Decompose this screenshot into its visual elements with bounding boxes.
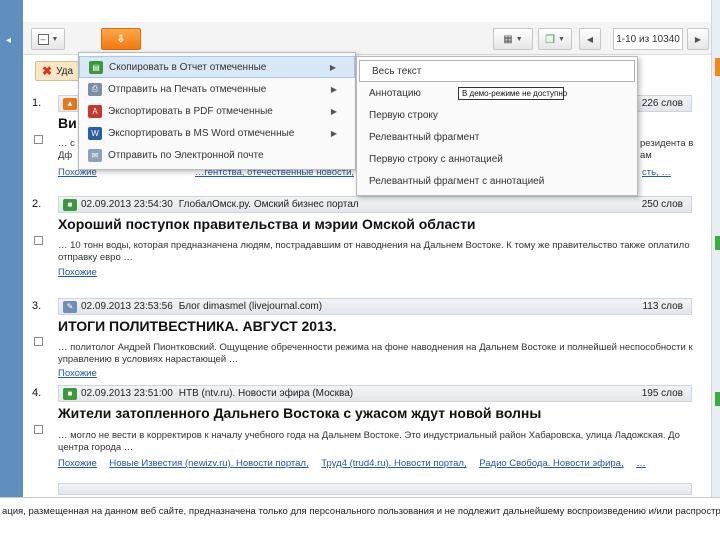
submenu-arrow-icon: ▶: [329, 62, 336, 72]
right-marker-green-2: [715, 392, 720, 406]
right-marker-green-1: [715, 236, 720, 250]
result-title[interactable]: Жители затопленного Дальнего Востока с у…: [58, 405, 541, 421]
result-source[interactable]: НТВ (ntv.ru). Новости эфира (Москва): [179, 388, 642, 399]
copyright-notice: ация, размещенная на данном веб сайте, п…: [2, 506, 720, 517]
submenu-arrow-icon: ▶: [330, 128, 337, 138]
result-date: 02.09.2013 23:53:56: [81, 301, 173, 312]
demo-tooltip: В демо-режиме не доступно: [458, 87, 567, 100]
footer: ация, размещенная на данном веб сайте, п…: [0, 497, 720, 540]
toolbar: – ▼ ⇩ ▦ ▼ ❐ ▼ ◀ 1-10 из 10340 ▶: [23, 22, 711, 55]
result-checkbox[interactable]: [34, 337, 43, 346]
delete-icon: ✖: [42, 64, 53, 78]
menu-item-export-word[interactable]: W Экспортировать в MS Word отмеченные ▶: [79, 122, 355, 144]
grid-view-icon: ▦: [503, 33, 513, 45]
result-date: 02.09.2013 23:51:00: [81, 388, 173, 399]
submenu-item-full-text[interactable]: Весь текст: [359, 60, 635, 82]
export-menu: ▤ Скопировать в Отчет отмеченные ▶ ⎙ Отп…: [78, 52, 356, 170]
report-icon: ▤: [89, 60, 103, 74]
arrow-left-icon: ◀: [586, 34, 594, 44]
collapse-arrow-icon[interactable]: ◂: [6, 35, 11, 46]
similar-link[interactable]: Похожие: [58, 368, 97, 379]
result-meta-bar: ■ 02.09.2013 23:51:00 НТВ (ntv.ru). Ново…: [58, 385, 692, 402]
result-snippet-right: ам: [640, 150, 652, 161]
similar-links[interactable]: Похожие Новые Известия (newizv.ru). Ново…: [58, 458, 694, 469]
result-number: 1.: [32, 97, 42, 109]
result-snippet: … могло не вести в корректиров к началу …: [58, 430, 680, 453]
submenu-arrow-icon: ▶: [330, 106, 337, 116]
submenu-item-fragment-annotation[interactable]: Релевантный фрагмент с аннотацией: [357, 170, 637, 192]
source-icon: ▲: [63, 97, 77, 110]
menu-item-print[interactable]: ⎙ Отправить на Печать отмеченные ▶: [79, 78, 355, 100]
view-mode-dropdown[interactable]: ▦ ▼: [493, 28, 533, 50]
copy-dropdown[interactable]: ❐ ▼: [538, 28, 572, 50]
submenu-item-first-line-annotation[interactable]: Первую строку с аннотацией: [357, 148, 637, 170]
similar-sources-right[interactable]: сть, …: [642, 167, 692, 178]
word-count: 226 слов: [641, 98, 683, 109]
word-count: 250 слов: [641, 199, 683, 210]
export-menu-button[interactable]: ⇩: [101, 28, 141, 50]
blog-pen-icon: ✎: [63, 300, 77, 313]
submenu-item-first-line[interactable]: Первую строку: [357, 104, 637, 126]
result-checkbox[interactable]: [34, 236, 43, 245]
checkbox-minus-icon: –: [37, 33, 49, 45]
mail-icon: ✉: [88, 148, 102, 162]
result-meta-bar: ■ 02.09.2013 23:54:30 ГлобалОмск.ру. Омс…: [58, 196, 692, 213]
similar-link[interactable]: Похожие: [58, 458, 97, 469]
submenu-arrow-icon: ▶: [330, 84, 337, 94]
delete-label: Уда: [56, 65, 74, 77]
similar-source-link[interactable]: Труд4 (trud4.ru). Новости портал,: [321, 458, 466, 469]
result-checkbox[interactable]: [34, 135, 43, 144]
menu-item-send-email[interactable]: ✉ Отправить по Электронной почте: [79, 144, 355, 166]
result-snippet: … политолог Андрей Пионтковский. Ощущени…: [58, 342, 693, 365]
result-date: 02.09.2013 23:54:30: [81, 199, 173, 210]
similar-link[interactable]: Похожие: [58, 267, 97, 278]
word-count: 113 слов: [642, 301, 683, 312]
select-all-dropdown[interactable]: – ▼: [31, 28, 65, 50]
similar-source-link[interactable]: Новые Известия (newizv.ru). Новости порт…: [109, 458, 308, 469]
similar-source-link[interactable]: Радио Свобода. Новости эфира,: [479, 458, 623, 469]
result-number: 3.: [32, 300, 42, 312]
result-snippet-right: резидента в: [640, 138, 694, 149]
news-site-icon: ■: [63, 198, 77, 211]
news-site-icon: ■: [63, 387, 77, 400]
pager-range: 1-10 из 10340: [613, 28, 683, 50]
copy-icon: ❐: [545, 33, 555, 46]
similar-links[interactable]: Похожие: [58, 267, 694, 278]
word-icon: W: [88, 126, 102, 140]
menu-item-copy-to-report[interactable]: ▤ Скопировать в Отчет отмеченные ▶: [79, 56, 355, 78]
prev-page-button[interactable]: ◀: [579, 28, 601, 50]
arrow-right-icon: ▶: [694, 34, 702, 44]
next-page-button[interactable]: ▶: [687, 28, 709, 50]
result-snippet: … 10 тонн воды, которая предназначена лю…: [58, 240, 690, 263]
result-title[interactable]: Ви: [58, 115, 77, 131]
result-snippet: … с: [58, 138, 75, 149]
print-icon: ⎙: [88, 82, 102, 96]
chevron-down-icon: ▼: [557, 35, 565, 43]
more-link[interactable]: …: [636, 458, 646, 469]
result-number: 4.: [32, 387, 42, 399]
result-source[interactable]: ГлобалОмск.ру. Омский бизнес портал: [179, 199, 642, 210]
result-meta-bar: [58, 483, 692, 495]
delete-button[interactable]: ✖ Уда: [35, 61, 83, 81]
right-marker-orange: [715, 58, 720, 76]
submenu-item-relevant-fragment[interactable]: Релевантный фрагмент: [357, 126, 637, 148]
result-meta-bar: ✎ 02.09.2013 23:53:56 Блог dimasmel (liv…: [58, 298, 692, 315]
result-title[interactable]: ИТОГИ ПОЛИТВЕСТНИКА. АВГУСТ 2013.: [58, 318, 337, 334]
export-icon: ⇩: [116, 33, 126, 45]
similar-links[interactable]: Похожие: [58, 368, 694, 379]
result-checkbox[interactable]: [34, 425, 43, 434]
left-panel-strip[interactable]: ◂: [0, 0, 23, 497]
chevron-down-icon: ▼: [515, 35, 523, 43]
word-count: 195 слов: [641, 388, 683, 399]
result-snippet: Дф: [58, 150, 73, 161]
chevron-down-icon: ▼: [51, 35, 59, 43]
result-source[interactable]: Блог dimasmel (livejournal.com): [179, 301, 643, 312]
result-number: 2.: [32, 198, 42, 210]
result-title[interactable]: Хороший поступок правительства и мэрии О…: [58, 216, 476, 232]
copy-submenu: Весь текст Аннотацию Первую строку Релев…: [356, 56, 638, 196]
pdf-icon: A: [88, 104, 102, 118]
menu-item-export-pdf[interactable]: A Экспортировать в PDF отмеченные ▶: [79, 100, 355, 122]
